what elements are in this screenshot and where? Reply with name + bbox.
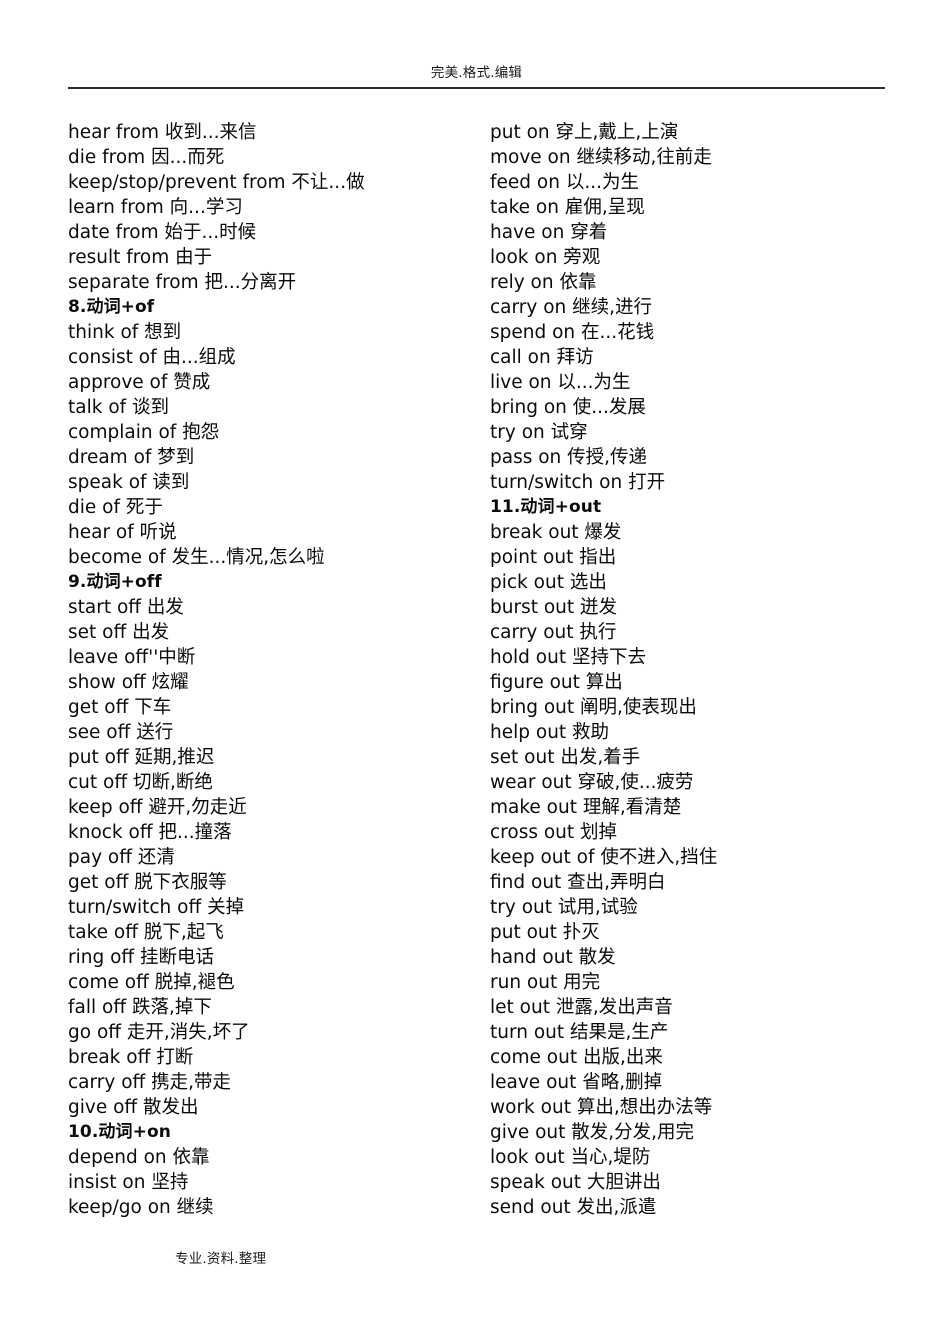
section-heading: 8.动词+of — [68, 297, 155, 317]
phrase-entry: learn from 向...学习 — [68, 197, 243, 218]
phrase-entry: run out 用完 — [490, 972, 601, 993]
phrase-entry: break out 爆发 — [490, 522, 622, 543]
phrase-entry: think of 想到 — [68, 322, 182, 343]
header-divider — [68, 87, 885, 89]
phrase-entry: spend on 在...花钱 — [490, 322, 655, 343]
phrase-entry: turn/switch on 打开 — [490, 472, 666, 493]
phrase-entry: help out 救助 — [490, 722, 610, 743]
phrase-entry: talk of 谈到 — [68, 397, 170, 418]
phrase-entry: figure out 算出 — [490, 672, 623, 693]
section-heading: 11.动词+out — [490, 497, 602, 517]
phrase-entry: speak out 大胆讲出 — [490, 1172, 661, 1193]
phrase-entry: live on 以...为生 — [490, 372, 631, 393]
phrase-entry: pick out 选出 — [490, 572, 607, 593]
phrase-entry: depend on 依靠 — [68, 1147, 210, 1168]
phrase-entry: let out 泄露,发出声音 — [490, 997, 673, 1018]
phrase-entry: consist of 由...组成 — [68, 347, 236, 368]
phrase-entry: approve of 赞成 — [68, 372, 211, 393]
phrase-entry: hear of 听说 — [68, 522, 177, 543]
phrase-entry: date from 始于...时候 — [68, 222, 257, 243]
phrase-entry: burst out 迸发 — [490, 597, 618, 618]
phrase-entry: go off 走开,消失,坏了 — [68, 1022, 250, 1043]
phrase-entry: become of 发生...情况,怎么啦 — [68, 547, 325, 568]
phrase-entry: leave off''中断 — [68, 647, 196, 668]
page-header: 完美.格式.编辑 — [68, 62, 885, 82]
phrase-entry: send out 发出,派遣 — [490, 1197, 657, 1218]
phrase-entry: start off 出发 — [68, 597, 184, 618]
phrase-entry: die from 因...而死 — [68, 147, 225, 168]
phrase-entry: get off 下车 — [68, 697, 172, 718]
phrase-entry: make out 理解,看清楚 — [490, 797, 682, 818]
page-footer: 专业.资料.整理 — [175, 1248, 266, 1268]
phrase-entry: turn/switch off 关掉 — [68, 897, 245, 918]
phrase-entry: carry out 执行 — [490, 622, 617, 643]
phrase-entry: see off 送行 — [68, 722, 174, 743]
phrase-entry: die of 死于 — [68, 497, 163, 518]
phrase-entry: work out 算出,想出办法等 — [490, 1097, 713, 1118]
phrase-entry: separate from 把...分离开 — [68, 272, 297, 293]
phrase-entry: feed on 以...为生 — [490, 172, 639, 193]
phrase-entry: try out 试用,试验 — [490, 897, 638, 918]
phrase-entry: insist on 坚持 — [68, 1172, 189, 1193]
phrase-entry: point out 指出 — [490, 547, 617, 568]
phrase-entry: show off 炫耀 — [68, 672, 189, 693]
phrase-entry: give off 散发出 — [68, 1097, 199, 1118]
phrase-entry: take off 脱下,起飞 — [68, 922, 224, 943]
phrase-entry: put out 扑灭 — [490, 922, 600, 943]
phrase-entry: keep off 避开,勿走近 — [68, 797, 247, 818]
phrase-entry: hold out 坚持下去 — [490, 647, 646, 668]
phrase-entry: pass on 传授,传递 — [490, 447, 648, 468]
phrase-entry: come out 出版,出来 — [490, 1047, 663, 1068]
phrase-entry: take on 雇佣,呈现 — [490, 197, 645, 218]
phrase-entry: hand out 散发 — [490, 947, 616, 968]
phrase-entry: bring on 使...发展 — [490, 397, 646, 418]
phrase-entry: look out 当心,堤防 — [490, 1147, 651, 1168]
phrase-entry: ring off 挂断电话 — [68, 947, 215, 968]
footer-text: 专业.资料.整理 — [175, 1251, 267, 1267]
phrase-entry: fall off 跌落,掉下 — [68, 997, 212, 1018]
phrase-entry: complain of 抱怨 — [68, 422, 220, 443]
phrase-entry: dream of 梦到 — [68, 447, 195, 468]
phrase-entry: keep out of 使不进入,挡住 — [490, 847, 718, 868]
section-heading: 10.动词+on — [68, 1122, 171, 1142]
phrase-entry: put on 穿上,戴上,上演 — [490, 122, 679, 143]
phrase-entry: look on 旁观 — [490, 247, 601, 268]
phrase-entry: try on 试穿 — [490, 422, 588, 443]
phrase-entry: carry on 继续,进行 — [490, 297, 653, 318]
left-column: hear from 收到...来信 die from 因...而死 keep/sto… — [68, 120, 468, 1220]
phrase-entry: turn out 结果是,生产 — [490, 1022, 669, 1043]
phrase-entry: hear from 收到...来信 — [68, 122, 257, 143]
phrase-entry: keep/go on 继续 — [68, 1197, 214, 1218]
phrase-entry: find out 查出,弄明白 — [490, 872, 666, 893]
header-title: 完美.格式.编辑 — [430, 65, 523, 81]
phrase-entry: cross out 划掉 — [490, 822, 618, 843]
phrase-entry: get off 脱下衣服等 — [68, 872, 227, 893]
phrase-entry: result from 由于 — [68, 247, 213, 268]
right-column: put on 穿上,戴上,上演 move on 继续移动,往前走 feed on 以… — [490, 120, 890, 1220]
phrase-entry: rely on 依靠 — [490, 272, 597, 293]
phrase-entry: wear out 穿破,使...疲劳 — [490, 772, 694, 793]
phrase-entry: break off 打断 — [68, 1047, 194, 1068]
phrase-entry: give out 散发,分发,用完 — [490, 1122, 695, 1143]
phrase-entry: call on 拜访 — [490, 347, 594, 368]
phrase-entry: set out 出发,着手 — [490, 747, 641, 768]
phrase-entry: cut off 切断,断绝 — [68, 772, 213, 793]
phrase-entry: have on 穿着 — [490, 222, 608, 243]
phrase-entry: set off 出发 — [68, 622, 170, 643]
phrase-entry: bring out 阐明,使表现出 — [490, 697, 697, 718]
section-heading: 9.动词+off — [68, 572, 162, 592]
phrase-entry: carry off 携走,带走 — [68, 1072, 232, 1093]
phrase-entry: knock off 把...撞落 — [68, 822, 232, 843]
phrase-entry: put off 延期,推迟 — [68, 747, 215, 768]
phrase-entry: keep/stop/prevent from 不让...做 — [68, 172, 365, 193]
phrase-entry: speak of 读到 — [68, 472, 190, 493]
phrase-entry: leave out 省略,删掉 — [490, 1072, 663, 1093]
phrase-entry: come off 脱掉,褪色 — [68, 972, 235, 993]
phrase-entry: pay off 还清 — [68, 847, 175, 868]
phrase-entry: move on 继续移动,往前走 — [490, 147, 712, 168]
